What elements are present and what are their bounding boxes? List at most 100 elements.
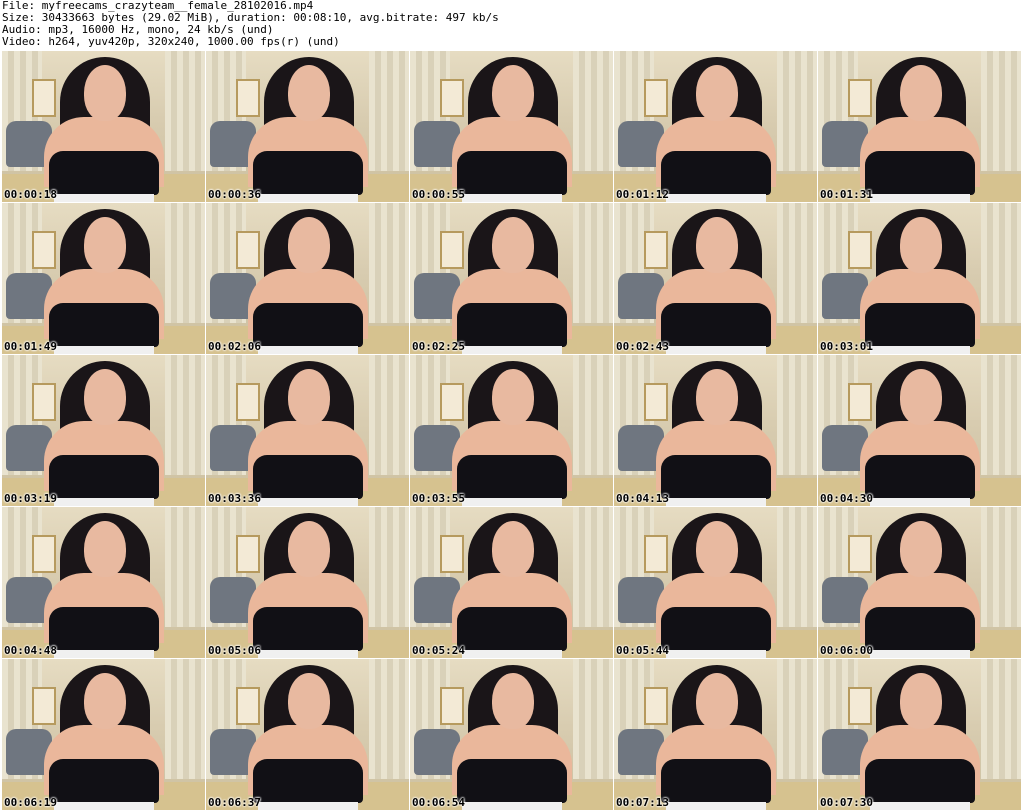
thumbnail-timestamp: 00:05:06	[208, 644, 261, 657]
video-thumbnail: 00:00:18	[2, 51, 205, 202]
wall-picture-frame	[440, 687, 464, 725]
thumbnail-timestamp: 00:03:55	[412, 492, 465, 505]
wall-picture-frame	[644, 79, 668, 117]
background-curtain	[165, 51, 205, 171]
person-top	[457, 455, 567, 499]
person-top	[457, 151, 567, 195]
thumbnail-timestamp: 00:00:55	[412, 188, 465, 201]
thumbnail-timestamp: 00:04:30	[820, 492, 873, 505]
background-curtain	[573, 507, 613, 627]
video-thumbnail: 00:03:19	[2, 355, 205, 506]
person-face	[492, 521, 534, 577]
thumbnail-timestamp: 00:03:19	[4, 492, 57, 505]
person-top	[661, 151, 771, 195]
thumbnail-timestamp: 00:04:13	[616, 492, 669, 505]
background-curtain	[777, 203, 817, 323]
video-thumbnail: 00:05:06	[206, 507, 409, 658]
thumbnail-timestamp: 00:06:00	[820, 644, 873, 657]
video-thumbnail: 00:03:36	[206, 355, 409, 506]
thumbnail-timestamp: 00:06:54	[412, 796, 465, 809]
video-thumbnail: 00:02:25	[410, 203, 613, 354]
video-thumbnail: 00:04:13	[614, 355, 817, 506]
person-top	[49, 607, 159, 651]
wall-picture-frame	[644, 231, 668, 269]
video-thumbnail: 00:04:48	[2, 507, 205, 658]
video-thumbnail: 00:01:49	[2, 203, 205, 354]
background-curtain	[369, 659, 409, 779]
video-thumbnail: 00:01:12	[614, 51, 817, 202]
thumbnail-timestamp: 00:07:30	[820, 796, 873, 809]
background-curtain	[165, 203, 205, 323]
person-waistband	[870, 346, 970, 354]
person-face	[492, 217, 534, 273]
person-top	[253, 303, 363, 347]
video-thumbnail: 00:06:19	[2, 659, 205, 810]
background-curtain	[573, 659, 613, 779]
wall-picture-frame	[644, 383, 668, 421]
person-face	[288, 673, 330, 729]
video-thumbnail: 00:03:55	[410, 355, 613, 506]
thumbnail-timestamp: 00:01:31	[820, 188, 873, 201]
person-face	[696, 673, 738, 729]
wall-picture-frame	[848, 687, 872, 725]
file-name-line: File: myfreecams_crazyteam__female_28102…	[2, 0, 314, 12]
person-waistband	[870, 802, 970, 810]
thumbnail-timestamp: 00:07:13	[616, 796, 669, 809]
person-face	[492, 673, 534, 729]
background-curtain	[981, 659, 1021, 779]
person-face	[696, 369, 738, 425]
thumbnail-timestamp: 00:05:44	[616, 644, 669, 657]
background-curtain	[369, 355, 409, 475]
person-waistband	[54, 802, 154, 810]
file-size-line: Size: 30433663 bytes (29.02 MiB), durati…	[2, 12, 499, 24]
person-face	[900, 65, 942, 121]
background-curtain	[369, 203, 409, 323]
person-top	[253, 151, 363, 195]
background-curtain	[573, 355, 613, 475]
person-face	[84, 521, 126, 577]
person-face	[696, 521, 738, 577]
video-thumbnail: 00:01:31	[818, 51, 1021, 202]
person-top	[49, 151, 159, 195]
wall-picture-frame	[440, 79, 464, 117]
thumbnail-timestamp: 00:06:37	[208, 796, 261, 809]
wall-picture-frame	[236, 687, 260, 725]
person-waistband	[258, 346, 358, 354]
person-waistband	[462, 802, 562, 810]
background-curtain	[981, 355, 1021, 475]
person-top	[865, 607, 975, 651]
thumbnail-timestamp: 00:01:12	[616, 188, 669, 201]
person-face	[84, 369, 126, 425]
background-curtain	[777, 355, 817, 475]
background-curtain	[165, 659, 205, 779]
person-top	[253, 607, 363, 651]
person-waistband	[258, 650, 358, 658]
person-face	[492, 369, 534, 425]
wall-picture-frame	[236, 79, 260, 117]
thumbnail-timestamp: 00:00:18	[4, 188, 57, 201]
background-curtain	[369, 51, 409, 171]
thumbnail-timestamp: 00:02:06	[208, 340, 261, 353]
file-info-header: File: myfreecams_crazyteam__female_28102…	[2, 0, 1022, 50]
person-face	[696, 65, 738, 121]
wall-picture-frame	[32, 535, 56, 573]
person-face	[84, 217, 126, 273]
wall-picture-frame	[644, 535, 668, 573]
person-top	[661, 759, 771, 803]
person-top	[253, 759, 363, 803]
wall-picture-frame	[32, 383, 56, 421]
person-face	[696, 217, 738, 273]
thumbnail-timestamp: 00:00:36	[208, 188, 261, 201]
person-top	[865, 303, 975, 347]
wall-picture-frame	[236, 231, 260, 269]
wall-picture-frame	[32, 231, 56, 269]
video-thumbnail: 00:05:24	[410, 507, 613, 658]
person-waistband	[666, 650, 766, 658]
person-waistband	[870, 650, 970, 658]
background-curtain	[981, 51, 1021, 171]
person-top	[253, 455, 363, 499]
wall-picture-frame	[848, 383, 872, 421]
thumbnail-timestamp: 00:03:01	[820, 340, 873, 353]
wall-picture-frame	[32, 79, 56, 117]
background-curtain	[573, 203, 613, 323]
